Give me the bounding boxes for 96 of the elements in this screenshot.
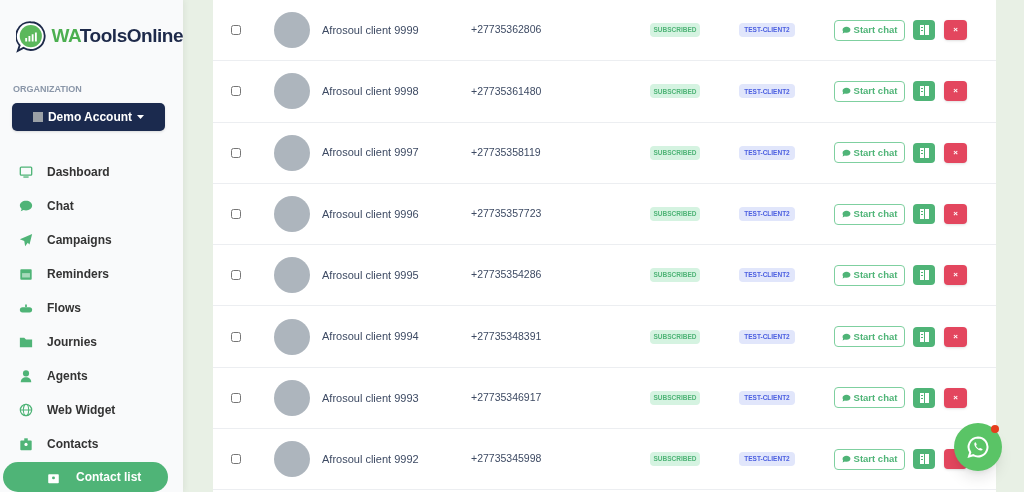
- book-icon: [919, 209, 929, 220]
- book-icon: [919, 270, 929, 281]
- delete-button[interactable]: ×: [944, 20, 967, 41]
- phone-number: +27735362806: [471, 22, 543, 38]
- monitor-icon: [19, 165, 33, 179]
- book-icon: [919, 392, 929, 403]
- nav-item[interactable]: Campaigns: [0, 223, 183, 257]
- avatar: [274, 73, 310, 110]
- book-icon: [919, 331, 929, 342]
- delete-button[interactable]: ×: [944, 387, 967, 408]
- start-chat-button[interactable]: Start chat: [834, 19, 905, 41]
- phone-number: +27735354286: [471, 267, 543, 283]
- avatar: [274, 379, 310, 416]
- notes-button[interactable]: [913, 265, 935, 286]
- delete-button[interactable]: ×: [944, 265, 967, 286]
- delete-button[interactable]: ×: [944, 142, 967, 163]
- row-checkbox[interactable]: [231, 331, 241, 342]
- notes-button[interactable]: [913, 81, 935, 102]
- phone-number: +27735358119: [471, 144, 542, 160]
- chat-bubble-icon: [19, 199, 33, 213]
- notes-button[interactable]: [913, 387, 935, 408]
- nav-item[interactable]: Chat: [0, 189, 183, 223]
- contact-name: Afrosoul client 9997: [322, 145, 420, 161]
- contact-name: Afrosoul client 9992: [322, 451, 420, 467]
- phone-number: +27735357723: [471, 206, 543, 222]
- nav-item[interactable]: Flows: [0, 291, 183, 325]
- phone-number: +27735361480: [471, 83, 543, 99]
- start-chat-button[interactable]: Start chat: [834, 203, 905, 225]
- book-icon: [919, 25, 929, 36]
- chat-bubble-icon: [841, 87, 851, 96]
- chat-bubble-icon: [841, 455, 851, 464]
- row-checkbox[interactable]: [231, 86, 241, 97]
- row-checkbox[interactable]: [231, 270, 241, 281]
- nav-item[interactable]: Reminders: [0, 257, 183, 291]
- user-icon: [19, 369, 33, 383]
- nav-item[interactable]: Dashboard: [0, 155, 183, 189]
- account-dropdown[interactable]: Demo Account: [12, 102, 165, 131]
- phone-number: +27735345998: [471, 451, 543, 467]
- nav-item[interactable]: Contact list: [3, 462, 168, 492]
- row-checkbox[interactable]: [231, 147, 241, 158]
- nav-item[interactable]: Journies: [0, 325, 183, 359]
- avatar: [274, 12, 310, 49]
- book-icon: [919, 454, 929, 465]
- chat-bubble-icon: [841, 271, 851, 280]
- contact-name: Afrosoul client 9993: [322, 390, 420, 406]
- contact-name: Afrosoul client 9999: [322, 22, 420, 38]
- start-chat-button[interactable]: Start chat: [834, 80, 905, 102]
- start-chat-button[interactable]: Start chat: [834, 448, 905, 470]
- start-chat-button[interactable]: Start chat: [834, 264, 905, 286]
- notes-button[interactable]: [913, 449, 935, 470]
- brand-name: WAToolsOnline: [51, 24, 183, 49]
- start-chat-button[interactable]: Start chat: [834, 387, 905, 409]
- folder-icon: [19, 335, 33, 349]
- nav-item[interactable]: Agents: [0, 359, 183, 393]
- avatar: [274, 318, 310, 355]
- delete-button[interactable]: ×: [944, 204, 967, 225]
- book-icon: [919, 86, 929, 97]
- paper-plane-icon: [19, 233, 33, 247]
- nav-item[interactable]: Contacts: [0, 427, 183, 461]
- globe-icon: [19, 403, 33, 417]
- logo-icon: [16, 19, 46, 54]
- avatar: [274, 257, 310, 294]
- nav-item[interactable]: Web Widget: [0, 393, 183, 427]
- contacts-icon: [19, 437, 33, 451]
- whatsapp-icon: [966, 435, 990, 459]
- row-checkbox[interactable]: [231, 209, 241, 220]
- notes-button[interactable]: [913, 20, 935, 41]
- contact-name: Afrosoul client 9998: [322, 84, 420, 100]
- caret-icon: [137, 114, 145, 119]
- start-chat-button[interactable]: Start chat: [834, 142, 905, 164]
- avatar: [274, 441, 310, 478]
- building-icon: [32, 111, 43, 122]
- calendar-icon: [19, 267, 33, 281]
- avatar: [274, 134, 310, 171]
- delete-button[interactable]: ×: [944, 81, 967, 102]
- chat-bubble-icon: [841, 332, 851, 341]
- contact-name: Afrosoul client 9995: [322, 268, 420, 284]
- row-checkbox[interactable]: [231, 25, 241, 36]
- notes-button[interactable]: [913, 204, 935, 225]
- chat-bubble-icon: [841, 393, 851, 402]
- phone-number: +27735346917: [471, 390, 543, 406]
- contact-name: Afrosoul client 9994: [322, 329, 420, 345]
- row-checkbox[interactable]: [231, 454, 241, 465]
- phone-number: +27735348391: [471, 328, 543, 344]
- row-checkbox[interactable]: [231, 392, 241, 403]
- notes-button[interactable]: [913, 326, 935, 347]
- avatar: [274, 196, 310, 233]
- delete-button[interactable]: ×: [944, 326, 967, 347]
- book-icon: [919, 147, 929, 158]
- chat-bubble-icon: [841, 26, 851, 35]
- contact-name: Afrosoul client 9996: [322, 206, 420, 222]
- section-label: ORGANIZATION: [13, 83, 83, 97]
- chat-bubble-icon: [841, 148, 851, 157]
- start-chat-button[interactable]: Start chat: [834, 326, 905, 348]
- chat-bubble-icon: [841, 210, 851, 219]
- notes-button[interactable]: [913, 142, 935, 163]
